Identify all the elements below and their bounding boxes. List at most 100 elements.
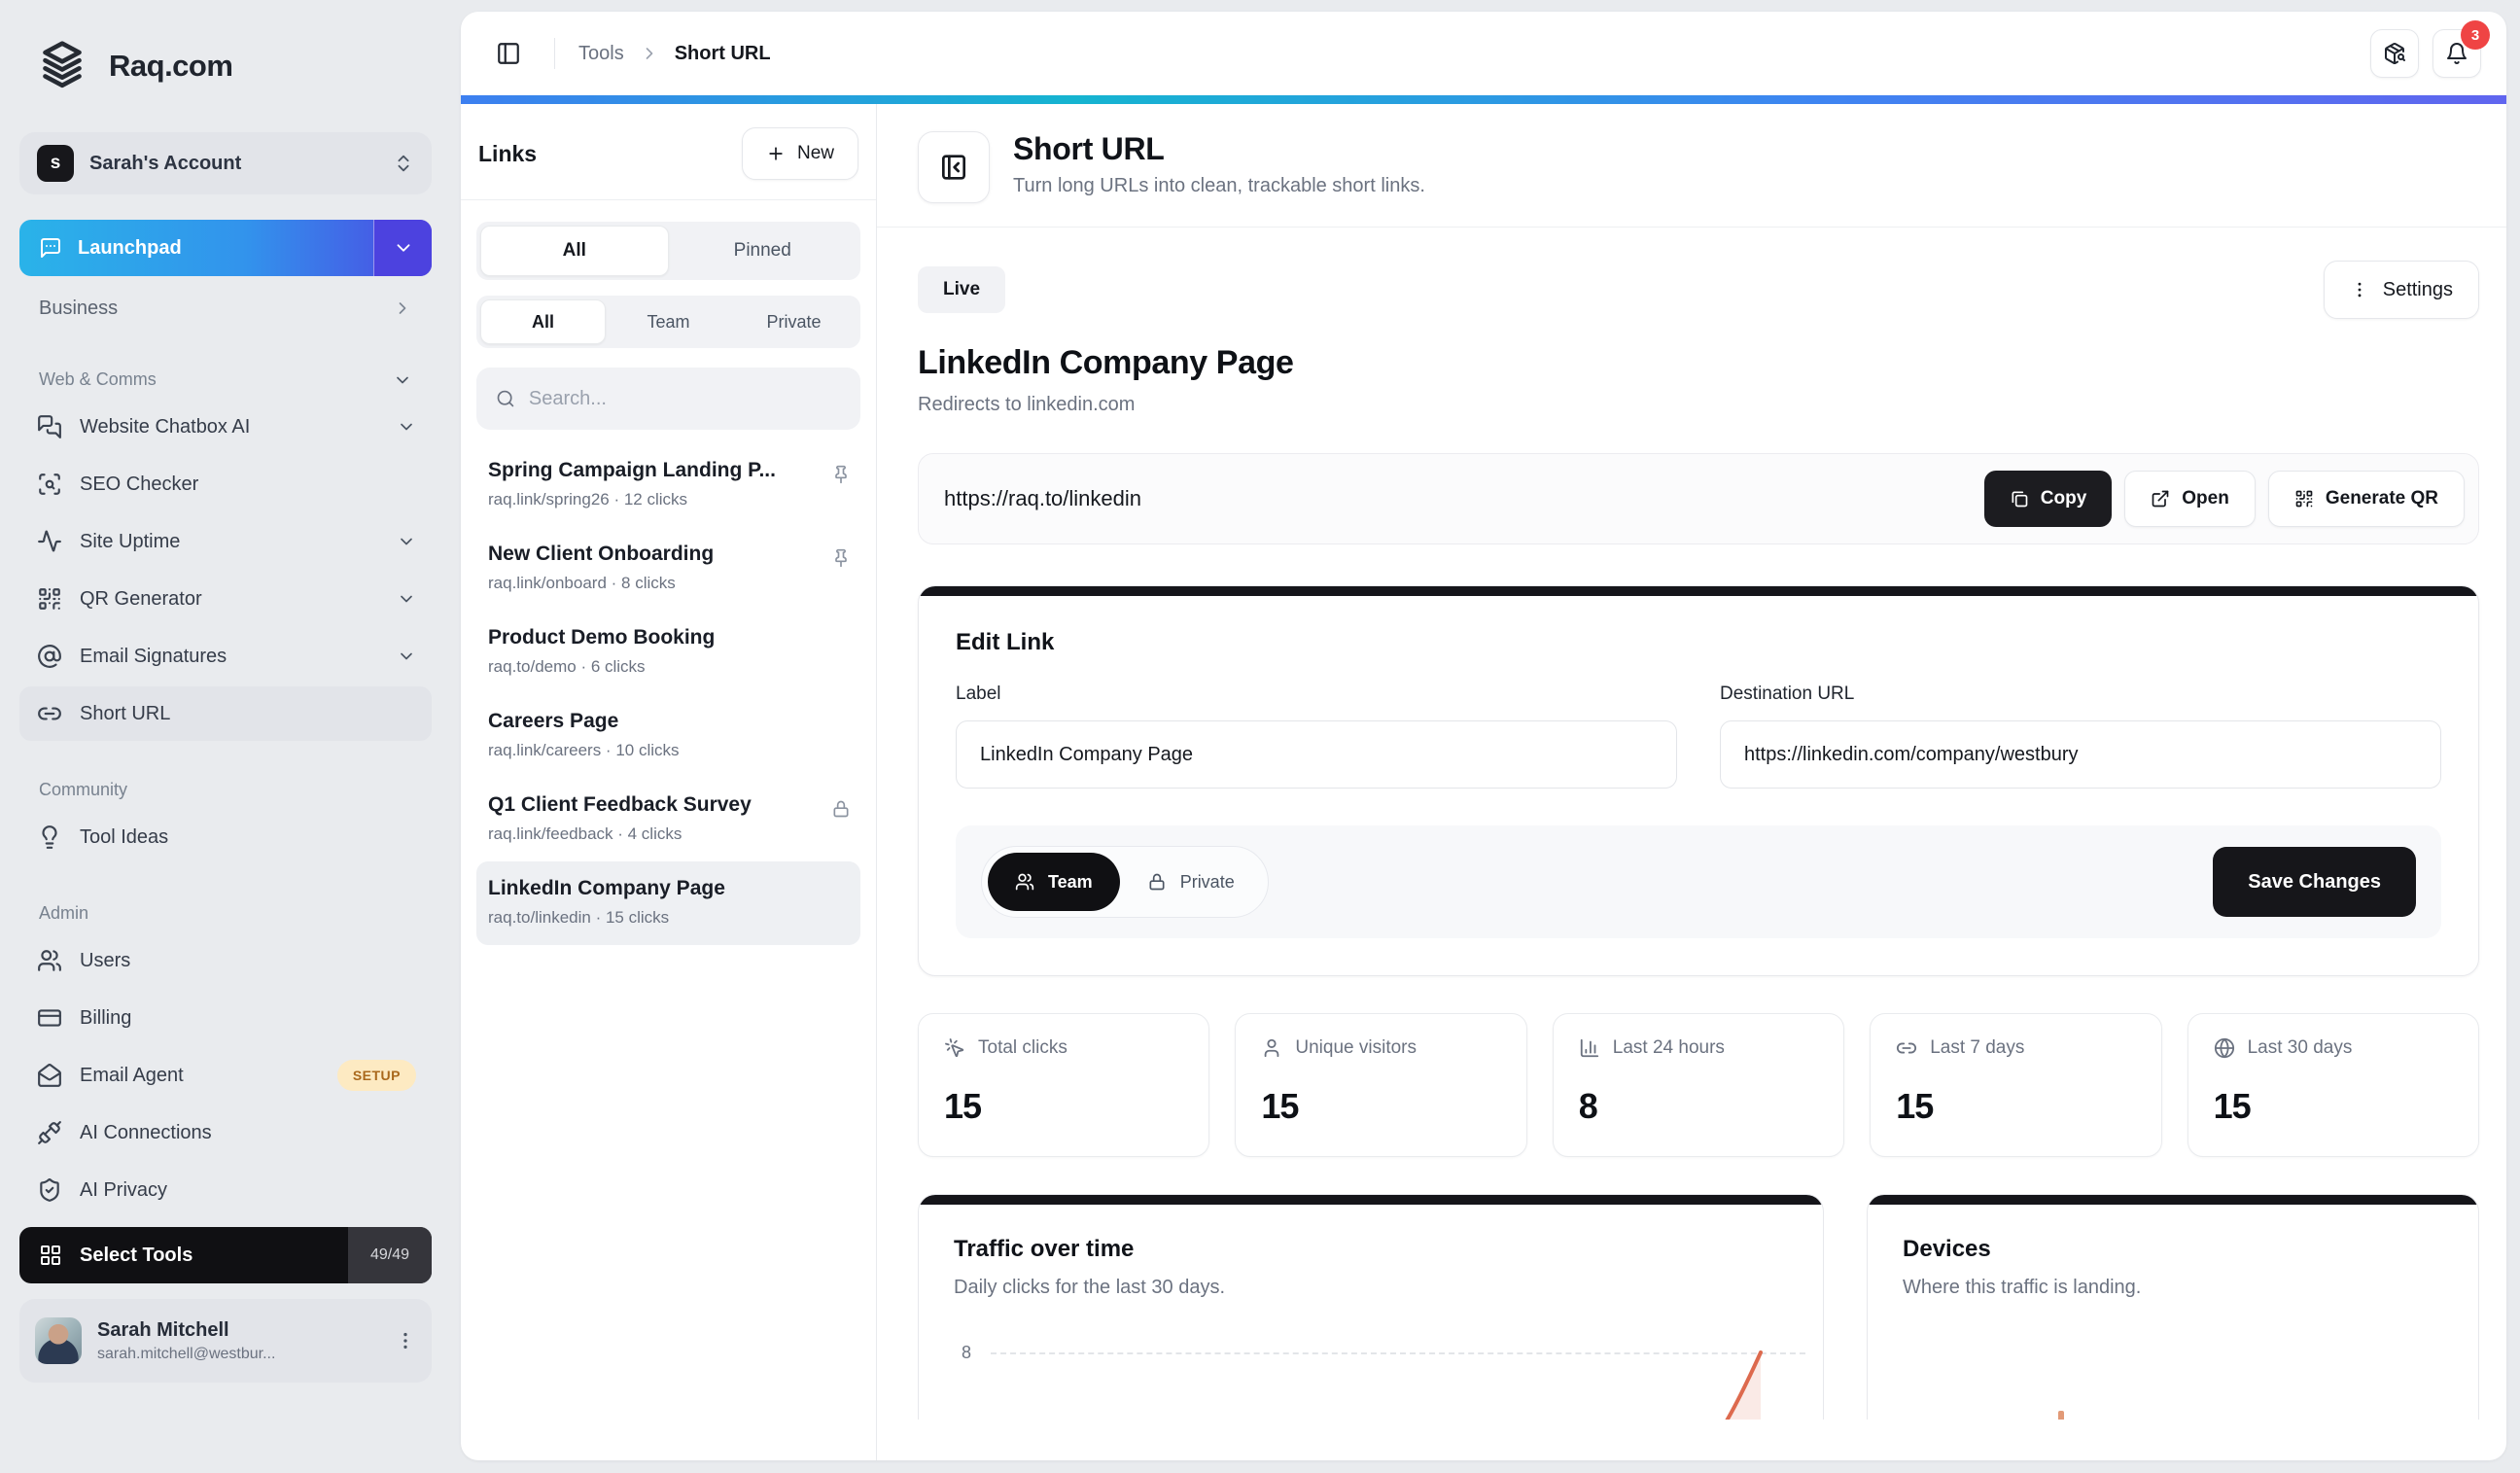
breadcrumb-parent[interactable]: Tools — [578, 43, 624, 65]
list-item-selected[interactable]: LinkedIn Company Page raq.to/linkedin · … — [476, 861, 860, 945]
section-community: Community — [39, 780, 426, 800]
account-name: Sarah's Account — [89, 153, 241, 175]
short-url-value: https://raq.to/linkedin — [944, 486, 1141, 511]
generate-qr-button[interactable]: Generate QR — [2268, 471, 2465, 527]
list-item[interactable]: Spring Campaign Landing P... raq.link/sp… — [476, 443, 860, 527]
pointer-click-icon — [944, 1037, 965, 1059]
profile-email: sarah.mitchell@westbur... — [97, 1346, 275, 1363]
sidebar-item-website-chatbox-ai[interactable]: Website Chatbox AI — [19, 400, 432, 454]
pin-icon — [831, 459, 851, 484]
layout-grid-icon — [39, 1244, 62, 1267]
message-square-icon — [39, 236, 62, 260]
plus-icon — [766, 144, 786, 163]
stat-last-24-hours: Last 24 hours 8 — [1553, 1013, 1844, 1157]
sidebar-item-site-uptime[interactable]: Site Uptime — [19, 514, 432, 569]
edit-link-card: Edit Link Label Destination URL — [918, 585, 2479, 976]
package-search-button[interactable] — [2370, 29, 2419, 78]
chevron-down-icon[interactable] — [393, 370, 412, 390]
list-item[interactable]: Q1 Client Feedback Survey raq.link/feedb… — [476, 778, 860, 861]
notification-count-badge: 3 — [2461, 20, 2490, 50]
copy-button[interactable]: Copy — [1984, 471, 2113, 527]
sidebar-item-short-url[interactable]: Short URL — [19, 686, 432, 741]
section-admin: Admin — [39, 903, 426, 924]
sidebar-item-seo-checker[interactable]: SEO Checker — [19, 457, 432, 511]
list-item[interactable]: Careers Page raq.link/careers · 10 click… — [476, 694, 860, 778]
sidebar-item-qr-generator[interactable]: QR Generator — [19, 572, 432, 626]
tools-count-badge: 49/49 — [348, 1227, 432, 1283]
kebab-menu-icon[interactable] — [395, 1330, 416, 1351]
edit-link-title: Edit Link — [956, 629, 2441, 656]
stat-unique-visitors: Unique visitors 15 — [1235, 1013, 1526, 1157]
at-sign-icon — [37, 644, 62, 669]
globe-icon — [2214, 1037, 2235, 1059]
scan-search-icon — [37, 472, 62, 497]
setup-badge: SETUP — [337, 1060, 416, 1091]
sidebar-item-ai-privacy[interactable]: AI Privacy — [19, 1163, 432, 1217]
page-subtitle: Turn long URLs into clean, trackable sho… — [1013, 175, 1425, 197]
tab-scope-private[interactable]: Private — [731, 299, 857, 344]
sidebar-item-ai-connections[interactable]: AI Connections — [19, 1105, 432, 1160]
search-box[interactable] — [476, 368, 860, 430]
save-changes-button[interactable]: Save Changes — [2213, 847, 2416, 917]
label-field-label: Label — [956, 684, 1677, 705]
links-panel: Links New All Pinned All Team Private — [461, 104, 877, 1460]
tab-scope-team[interactable]: Team — [606, 299, 731, 344]
sidebar-item-billing[interactable]: Billing — [19, 991, 432, 1045]
search-input[interactable] — [529, 388, 841, 410]
destination-field-label: Destination URL — [1720, 684, 2441, 705]
launchpad-expand-button[interactable] — [373, 220, 432, 276]
mail-open-icon — [37, 1063, 62, 1088]
panel-left-icon — [496, 41, 521, 66]
chevron-down-icon — [393, 237, 414, 259]
tab-scope-all[interactable]: All — [480, 299, 606, 344]
sidebar-item-tool-ideas[interactable]: Tool Ideas — [19, 810, 432, 864]
label-field[interactable] — [956, 720, 1677, 789]
traffic-over-time-card: Traffic over time Daily clicks for the l… — [918, 1194, 1824, 1420]
user-icon — [1261, 1037, 1282, 1059]
chevron-down-icon — [397, 647, 416, 666]
tab-pinned[interactable]: Pinned — [669, 226, 858, 276]
users-icon — [1015, 872, 1034, 892]
tab-all[interactable]: All — [480, 226, 669, 276]
user-profile-card[interactable]: Sarah Mitchell sarah.mitchell@westbur... — [19, 1299, 432, 1383]
open-button[interactable]: Open — [2124, 471, 2256, 527]
sidebar-item-email-agent[interactable]: Email Agent SETUP — [19, 1048, 432, 1103]
list-item[interactable]: Product Demo Booking raq.to/demo · 6 cli… — [476, 611, 860, 694]
accent-gradient-bar — [461, 95, 2506, 104]
visibility-private-option[interactable]: Private — [1120, 853, 1262, 911]
chevron-right-icon — [393, 298, 412, 318]
qr-code-icon — [37, 586, 62, 612]
stat-last-7-days: Last 7 days 15 — [1870, 1013, 2161, 1157]
links-scope-tabs: All Team Private — [476, 296, 860, 348]
kebab-menu-icon — [2350, 280, 2369, 299]
notifications-button[interactable]: 3 — [2432, 29, 2481, 78]
messages-square-icon — [37, 414, 62, 439]
sidebar-item-users[interactable]: Users — [19, 933, 432, 988]
link-icon — [37, 701, 62, 726]
topbar: Tools Short URL 3 — [461, 12, 2506, 95]
section-web-comms: Web & Comms — [39, 369, 426, 390]
stat-total-clicks: Total clicks 15 — [918, 1013, 1209, 1157]
shield-check-icon — [37, 1177, 62, 1203]
divider — [554, 38, 555, 69]
list-item[interactable]: New Client Onboarding raq.link/onboard ·… — [476, 527, 860, 611]
breadcrumb-current: Short URL — [675, 43, 771, 65]
visibility-team-option[interactable]: Team — [988, 853, 1120, 911]
external-link-icon — [2151, 489, 2170, 509]
launchpad-label: Launchpad — [78, 237, 182, 260]
new-link-button[interactable]: New — [742, 127, 858, 180]
launchpad-button[interactable]: Launchpad — [19, 220, 432, 276]
links-panel-title: Links — [478, 141, 537, 167]
sidebar-toggle-button[interactable] — [486, 31, 531, 76]
unfold-chevrons-icon — [393, 153, 414, 174]
sidebar-item-business[interactable]: Business — [19, 286, 432, 331]
qr-code-icon — [2294, 489, 2314, 509]
lock-icon — [1147, 872, 1167, 892]
destination-url-field[interactable] — [1720, 720, 2441, 789]
account-switcher[interactable]: s Sarah's Account — [19, 132, 432, 194]
gridline — [991, 1352, 1805, 1354]
link-list: Spring Campaign Landing P... raq.link/sp… — [476, 443, 860, 945]
select-tools-button[interactable]: Select Tools 49/49 — [19, 1227, 432, 1283]
settings-button[interactable]: Settings — [2324, 261, 2479, 319]
sidebar-item-email-signatures[interactable]: Email Signatures — [19, 629, 432, 684]
